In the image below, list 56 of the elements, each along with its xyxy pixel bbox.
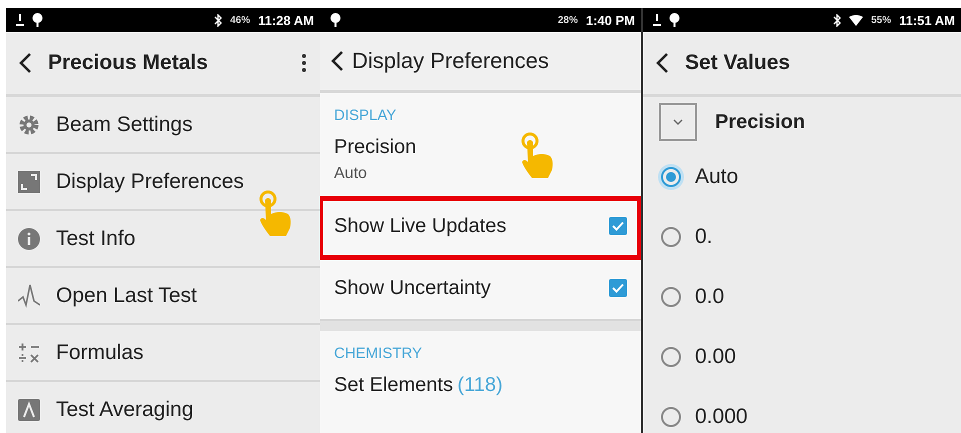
- setting-label[interactable]: Show Uncertainty: [334, 276, 491, 300]
- element-count: (118): [457, 374, 503, 396]
- setting-label[interactable]: Precision: [334, 136, 627, 159]
- menu-item[interactable]: Open Last Test: [56, 284, 197, 308]
- clock: 11:28 AM: [258, 12, 314, 28]
- menu-item[interactable]: Test Averaging: [56, 398, 194, 422]
- option-label[interactable]: 0.0: [695, 285, 724, 309]
- group-label: Precision: [715, 110, 806, 134]
- option-label[interactable]: 0.00: [695, 345, 736, 369]
- radio-button[interactable]: [661, 407, 681, 427]
- battery-level: 46%: [230, 14, 250, 26]
- menu-item[interactable]: Beam Settings: [56, 112, 193, 136]
- alert-icon: [653, 14, 661, 26]
- setting-label[interactable]: Set Elements: [334, 374, 453, 396]
- back-button[interactable]: [330, 50, 344, 72]
- menu-item[interactable]: Formulas: [56, 340, 144, 364]
- alert-icon: [16, 14, 24, 26]
- setting-value: Auto: [334, 165, 368, 183]
- option-label[interactable]: Auto: [695, 165, 738, 189]
- back-button[interactable]: [655, 52, 669, 74]
- chevron-icon: [673, 119, 683, 125]
- info-icon: [18, 228, 40, 250]
- back-button[interactable]: [18, 52, 32, 74]
- averaging-icon: [18, 398, 40, 420]
- screen-title: Precious Metals: [48, 51, 209, 75]
- section-header: DISPLAY: [333, 106, 398, 126]
- pulse-icon: [18, 282, 40, 308]
- bluetooth-icon: [214, 14, 222, 26]
- checkbox[interactable]: [609, 279, 627, 297]
- bluetooth-icon: [833, 14, 842, 26]
- radio-button[interactable]: [661, 167, 681, 187]
- option-label[interactable]: 0.000: [695, 405, 748, 429]
- pin-icon: [669, 13, 680, 27]
- section-header: CHEMISTRY: [333, 344, 424, 364]
- menu-item[interactable]: Display Preferences: [56, 170, 244, 194]
- radio-button[interactable]: [661, 287, 681, 307]
- resize-icon: [18, 170, 40, 192]
- pin-icon: [32, 13, 43, 27]
- screen-title: Display Preferences: [352, 48, 550, 74]
- battery-level: 55%: [871, 14, 892, 26]
- collapse-toggle[interactable]: [659, 103, 697, 141]
- radio-button[interactable]: [661, 227, 681, 247]
- battery-level: 28%: [558, 14, 578, 26]
- option-label[interactable]: 0.: [695, 225, 713, 249]
- checkbox[interactable]: [609, 217, 627, 235]
- wifi-icon: [849, 14, 864, 26]
- screen-title: Set Values: [685, 51, 792, 75]
- setting-label[interactable]: Show Live Updates: [334, 214, 506, 238]
- gear-icon: [18, 114, 40, 136]
- clock: 11:51 AM: [899, 12, 955, 28]
- pin-icon: [330, 13, 341, 27]
- menu-item[interactable]: Test Info: [56, 226, 136, 250]
- radio-button[interactable]: [661, 347, 681, 367]
- math-operators-icon: [18, 342, 40, 364]
- overflow-menu-button[interactable]: [302, 54, 306, 72]
- clock: 1:40 PM: [586, 12, 635, 28]
